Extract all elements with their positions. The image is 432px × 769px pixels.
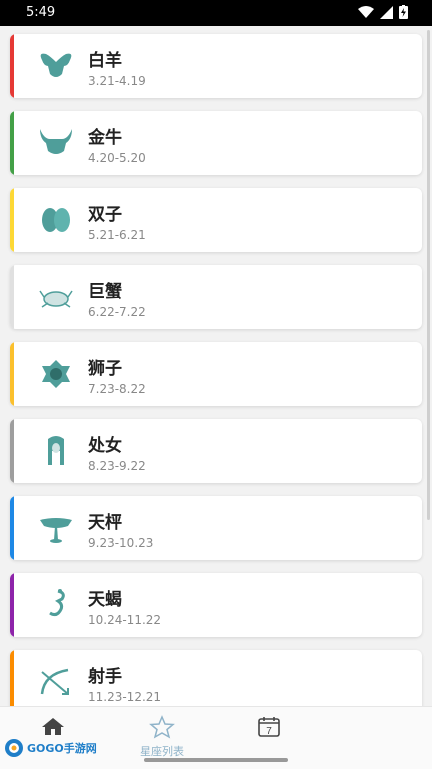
zodiac-card[interactable]: 射手 11.23-12.21 [10,650,422,714]
zodiac-name: 天蝎 [88,590,122,610]
zodiac-card[interactable]: 金牛 4.20-5.20 [10,111,422,175]
sagittarius-icon [36,664,76,700]
zodiac-card[interactable]: 巨蟹 6.22-7.22 [10,265,422,329]
zodiac-color-bar [10,342,14,406]
watermark: GOGO手游网 [4,738,97,758]
zodiac-date-range: 10.24-11.22 [88,613,162,627]
zodiac-card[interactable]: 白羊 3.21-4.19 [10,34,422,98]
battery-icon [399,5,408,19]
zodiac-color-bar [10,265,14,329]
zodiac-date-range: 5.21-6.21 [88,228,146,242]
zodiac-card[interactable]: 天蝎 10.24-11.22 [10,573,422,637]
status-bar: 5:49 [0,0,432,26]
zodiac-color-bar [10,419,14,483]
cell-signal-icon [380,5,393,19]
zodiac-date-range: 9.23-10.23 [88,536,154,550]
status-icons [358,5,408,19]
zodiac-name: 金牛 [88,128,122,148]
zodiac-card[interactable]: 双子 5.21-6.21 [10,188,422,252]
virgo-icon [36,433,76,469]
zodiac-name: 处女 [88,436,122,456]
cancer-icon [36,279,76,315]
zodiac-name: 白羊 [88,51,122,71]
watermark-text: GOGO手游网 [27,742,97,755]
zodiac-date-range: 3.21-4.19 [88,74,146,88]
home-icon [42,718,64,735]
zodiac-color-bar [10,188,14,252]
status-time: 5:49 [26,5,56,20]
zodiac-card[interactable]: 狮子 7.23-8.22 [10,342,422,406]
zodiac-name: 狮子 [88,359,122,379]
watermark-logo-icon [5,739,23,757]
leo-icon [36,356,76,392]
zodiac-date-range: 6.22-7.22 [88,305,146,319]
taurus-icon [36,125,76,161]
zodiac-date-range: 8.23-9.22 [88,459,146,473]
wifi-icon [358,5,374,18]
star-icon [149,715,175,739]
zodiac-color-bar [10,34,14,98]
aries-icon [36,48,76,84]
tab-zodiac-list[interactable]: 星座列表 [132,715,192,759]
tab-calendar[interactable]: 7 [256,715,282,743]
zodiac-date-range: 4.20-5.20 [88,151,146,165]
zodiac-color-bar [10,573,14,637]
zodiac-name: 天枰 [88,513,122,533]
zodiac-color-bar [10,111,14,175]
tab-zodiac-list-label: 星座列表 [140,745,184,758]
zodiac-card[interactable]: 天枰 9.23-10.23 [10,496,422,560]
calendar-icon: 7 [258,717,280,737]
zodiac-date-range: 11.23-12.21 [88,690,162,704]
scorpio-icon [36,587,76,623]
zodiac-date-range: 7.23-8.22 [88,382,146,396]
zodiac-card[interactable]: 处女 8.23-9.22 [10,419,422,483]
zodiac-name: 射手 [88,667,122,687]
gemini-icon [36,202,76,238]
zodiac-name: 双子 [88,205,122,225]
zodiac-name: 巨蟹 [88,282,122,302]
calendar-day: 7 [266,726,272,737]
zodiac-color-bar [10,496,14,560]
zodiac-color-bar [10,650,14,714]
libra-icon [36,510,76,546]
home-gesture-bar[interactable] [144,758,288,762]
scrollbar[interactable] [427,30,430,520]
